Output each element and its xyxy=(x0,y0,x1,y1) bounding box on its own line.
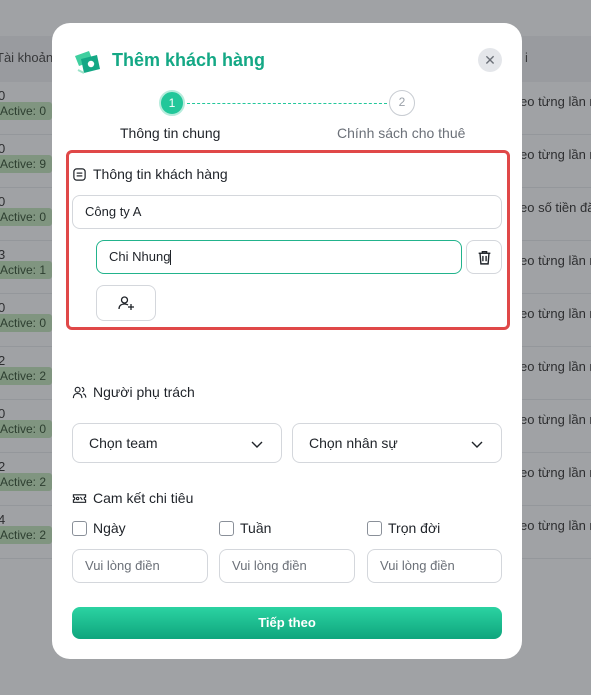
chevron-down-icon xyxy=(251,441,263,448)
step-2-number: 2 xyxy=(398,95,406,109)
contact-name-value: Chi Nhung xyxy=(109,249,171,264)
modal-title: Thêm khách hàng xyxy=(112,50,266,70)
step-2-indicator[interactable]: 2 xyxy=(389,90,415,116)
staff-select[interactable]: Chọn nhân sự xyxy=(292,423,502,463)
customer-logo-icon xyxy=(75,51,100,74)
chevron-down-icon xyxy=(471,441,483,448)
team-select[interactable]: Chọn team xyxy=(72,423,282,463)
lifetime-label: Trọn đời xyxy=(388,520,441,536)
weekly-checkbox-box[interactable] xyxy=(219,520,234,536)
staff-select-value: Chọn nhân sự xyxy=(309,435,398,451)
next-button[interactable]: Tiếp theo xyxy=(72,607,502,639)
add-customer-modal: Thêm khách hàng ✕ 1 2 Thông tin chung Ch… xyxy=(52,23,522,659)
customer-info-heading-text: Thông tin khách hàng xyxy=(93,166,228,182)
trash-icon xyxy=(478,250,490,265)
daily-amount-input[interactable]: Vui lòng điền xyxy=(72,549,208,583)
daily-checkbox-box[interactable] xyxy=(72,520,87,536)
weekly-checkbox[interactable]: Tuần xyxy=(219,520,271,536)
team-select-value: Chọn team xyxy=(89,435,158,451)
step-connector xyxy=(187,103,387,104)
commitment-heading: Cam kết chi tiêu xyxy=(72,490,193,506)
company-name-input[interactable]: Công ty A xyxy=(72,195,502,229)
close-icon: ✕ xyxy=(484,52,496,68)
users-icon xyxy=(72,386,87,398)
customer-info-heading: Thông tin khách hàng xyxy=(72,166,228,182)
step-2-label[interactable]: Chính sách cho thuê xyxy=(337,125,465,141)
add-contact-button[interactable] xyxy=(96,285,156,321)
step-1-indicator[interactable]: 1 xyxy=(159,90,185,116)
delete-contact-button[interactable] xyxy=(466,240,502,274)
weekly-label: Tuần xyxy=(240,520,272,536)
daily-label: Ngày xyxy=(93,520,126,536)
lifetime-checkbox[interactable]: Trọn đời xyxy=(367,520,440,536)
lifetime-checkbox-box[interactable] xyxy=(367,520,382,536)
owner-heading-text: Người phụ trách xyxy=(93,384,195,400)
commitment-heading-text: Cam kết chi tiêu xyxy=(93,490,194,506)
step-1-number: 1 xyxy=(168,96,176,110)
close-button[interactable]: ✕ xyxy=(478,48,502,72)
add-user-icon xyxy=(118,296,134,310)
daily-checkbox[interactable]: Ngày xyxy=(72,520,126,536)
ticket-icon xyxy=(72,493,87,503)
weekly-amount-input[interactable]: Vui lòng điền xyxy=(219,549,355,583)
id-card-icon xyxy=(73,167,86,181)
owner-heading: Người phụ trách xyxy=(72,384,195,400)
lifetime-amount-input[interactable]: Vui lòng điền xyxy=(367,549,502,583)
step-1-label[interactable]: Thông tin chung xyxy=(120,125,220,141)
contact-name-input[interactable]: Chi Nhung xyxy=(96,240,462,274)
